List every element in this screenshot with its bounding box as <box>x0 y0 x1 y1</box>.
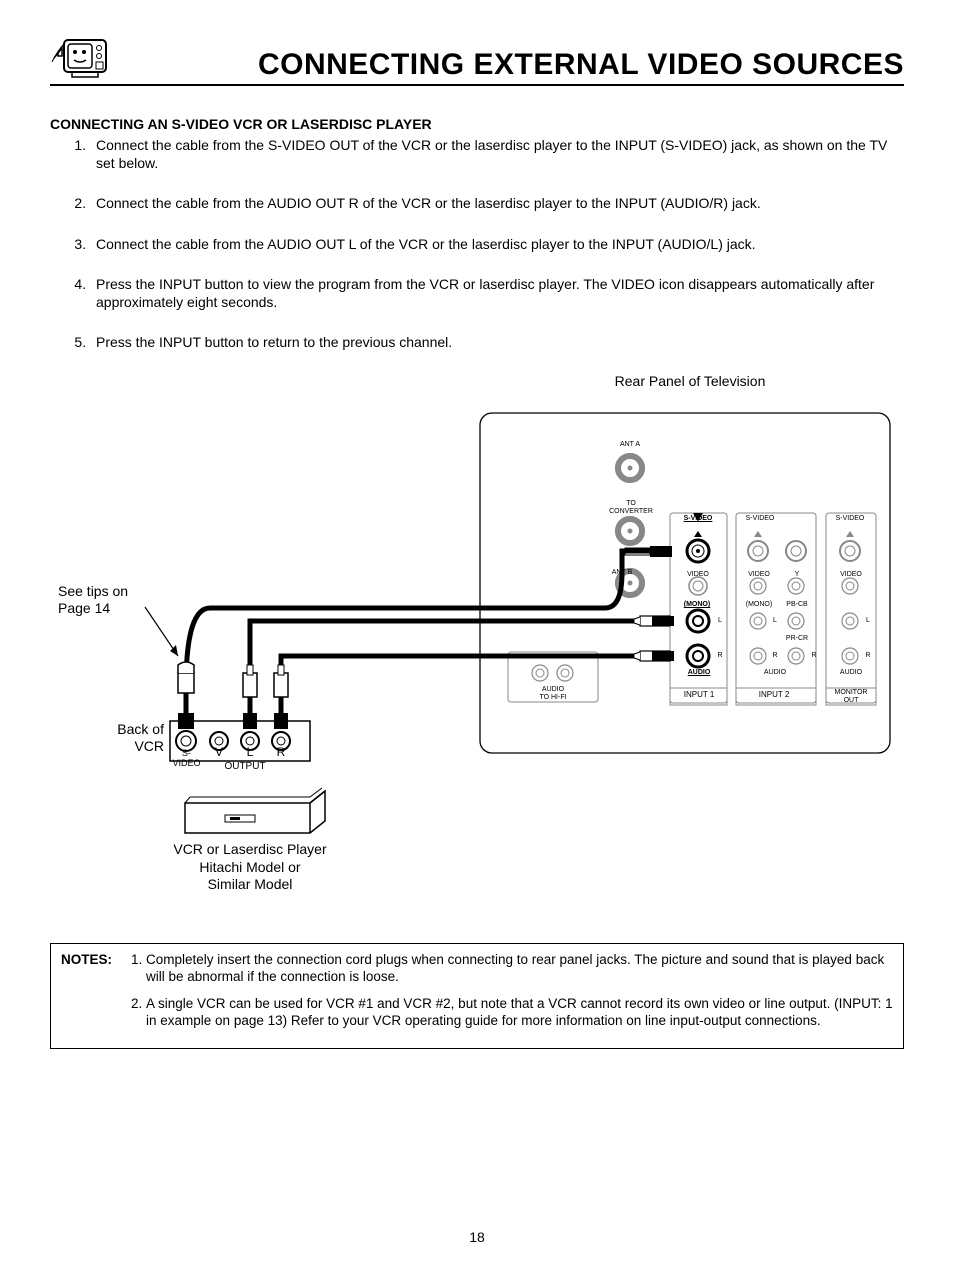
vcr-player-label: VCR or Laserdisc Player <box>170 841 330 858</box>
video3-label: VIDEO <box>836 571 866 579</box>
mono2-label: (MONO) <box>744 601 774 609</box>
note-item: A single VCR can be used for VCR #1 and … <box>146 996 893 1030</box>
input2-label: INPUT 2 <box>750 691 798 700</box>
video1-label: VIDEO <box>683 571 713 579</box>
mono1-label: (MONO) <box>679 601 715 609</box>
section-subheading: CONNECTING AN S-VIDEO VCR OR LASERDISC P… <box>50 116 904 132</box>
r2b-label: R <box>809 652 819 660</box>
r-label: R <box>276 746 286 759</box>
page-title: Connecting External Video Sources <box>258 48 904 82</box>
tv-icon <box>50 30 112 82</box>
step-item: Connect the cable from the S-VIDEO OUT o… <box>90 136 904 172</box>
audio-hifi-label: AUDIO TO HI-FI <box>533 686 573 701</box>
svideo3-label: S-VIDEO <box>832 515 868 523</box>
audio3-label: AUDIO <box>836 669 866 677</box>
step-item: Press the INPUT button to view the progr… <box>90 275 904 311</box>
step-item: Connect the cable from the AUDIO OUT R o… <box>90 194 904 212</box>
back-of-vcr-label: Back of VCR <box>98 721 164 755</box>
see-tips-label: See tips on Page 14 <box>58 583 128 617</box>
anta-label: ANT A <box>610 441 650 449</box>
page-header: Connecting External Video Sources <box>50 30 904 86</box>
l2-label: L <box>770 617 780 625</box>
notes-list: Completely insert the connection cord pl… <box>124 952 893 1040</box>
svideo2-label: S-VIDEO <box>742 515 778 523</box>
l1-label: L <box>715 617 725 625</box>
y-label: Y <box>790 571 804 579</box>
notes-box: NOTES: Completely insert the connection … <box>50 943 904 1049</box>
v-label: V <box>214 746 224 759</box>
hitachi-label: Hitachi Model or Similar Model <box>170 859 330 893</box>
svideo-out-label: S-VIDEO <box>170 749 203 769</box>
l-label: L <box>245 746 255 759</box>
r2-label: R <box>770 652 780 660</box>
prcr-label: PR-CR <box>785 635 809 643</box>
output-label: OUTPUT <box>220 761 270 772</box>
instruction-steps: Connect the cable from the S-VIDEO OUT o… <box>50 136 904 351</box>
notes-label: NOTES: <box>61 952 124 1040</box>
to-conv-label: TO CONVERTER <box>608 500 654 515</box>
note-item: Completely insert the connection cord pl… <box>146 952 893 986</box>
audio2-label: AUDIO <box>760 669 790 677</box>
step-item: Connect the cable from the AUDIO OUT L o… <box>90 235 904 253</box>
antb-label: ANT B <box>607 569 637 577</box>
r1-label: R <box>715 652 725 660</box>
input1-label: INPUT 1 <box>675 691 723 700</box>
r3-label: R <box>863 652 873 660</box>
connection-diagram: Rear Panel of Television <box>50 373 904 913</box>
audio1-label: AUDIO <box>684 669 714 677</box>
l3-label: L <box>863 617 873 625</box>
video2-label: VIDEO <box>744 571 774 579</box>
step-item: Press the INPUT button to return to the … <box>90 333 904 351</box>
page-content: Connecting External Video Sources CONNEC… <box>0 0 954 1285</box>
svideo1-label: S-VIDEO <box>680 515 716 523</box>
pbcb-label: PB-CB <box>785 601 809 609</box>
monout-label: MONITOR OUT <box>828 689 874 704</box>
diagram-svg <box>50 373 904 913</box>
page-number: 18 <box>50 1229 904 1245</box>
